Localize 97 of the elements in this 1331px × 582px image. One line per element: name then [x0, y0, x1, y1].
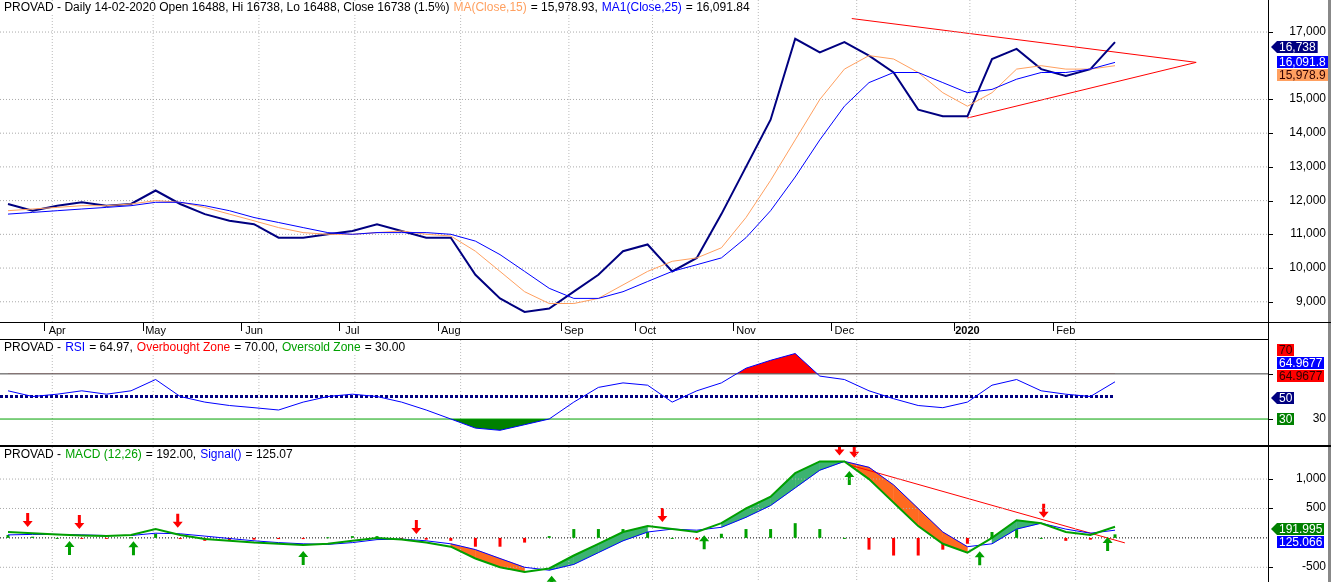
histogram-bar	[473, 537, 477, 547]
up-arrow-icon	[64, 540, 75, 555]
histogram-bar	[744, 529, 748, 538]
axis-label: 12,000	[1289, 192, 1326, 208]
histogram-bar	[1113, 534, 1117, 538]
value-badge: 50	[1271, 392, 1295, 404]
up-arrow-icon	[546, 575, 557, 582]
histogram-bar	[965, 537, 969, 544]
month-label: Jun	[245, 324, 263, 337]
down-arrow-icon	[411, 520, 422, 535]
histogram-bar	[178, 537, 182, 540]
axis-label: 30	[1312, 411, 1326, 427]
month-label: May	[145, 324, 166, 337]
axis-label: 10,000	[1289, 260, 1326, 276]
histogram-bar	[449, 537, 453, 541]
month-label: Aug	[441, 324, 461, 337]
histogram-bar	[498, 537, 502, 547]
value-badge: 15,978.9	[1277, 69, 1328, 81]
histogram-bar	[892, 537, 896, 556]
legend-text: Oversold Zone	[282, 341, 361, 354]
month-label: 2020	[955, 324, 980, 337]
legend-value: = 15,978.93,	[530, 1, 598, 14]
axis-label: 1,000	[1295, 471, 1326, 487]
month-label: Dec	[834, 324, 855, 337]
month-label: Sep	[564, 324, 584, 337]
value-badge: 30	[1277, 413, 1295, 425]
axis-label: 17,000	[1289, 24, 1326, 40]
legend-value: = 16,091.84	[685, 1, 750, 14]
month-label: Apr	[48, 324, 66, 337]
histogram-bar	[769, 529, 773, 538]
down-arrow-icon	[849, 447, 860, 458]
up-arrow-icon	[298, 550, 309, 565]
axis-label: 15,000	[1289, 91, 1326, 107]
histogram-bar	[572, 529, 576, 538]
down-arrow-icon	[1038, 503, 1049, 518]
histogram-bar	[1064, 537, 1068, 541]
legend-text: = 64.97,	[89, 341, 133, 354]
axis-label: 500	[1305, 500, 1326, 516]
legend-label: MACD (12,26)	[65, 448, 142, 461]
up-arrow-icon	[1102, 537, 1113, 552]
histogram-bar	[301, 537, 305, 540]
value-badge: 125.066	[1277, 536, 1325, 548]
legend-label: MA(Close,15)	[453, 1, 527, 14]
value-badge: 191.995	[1271, 523, 1325, 535]
axis-label: -500	[1301, 559, 1326, 575]
down-arrow-icon	[172, 513, 183, 528]
value-badge: 16,091.8	[1277, 56, 1328, 68]
value-badge: 64.9677	[1277, 357, 1325, 369]
down-arrow-icon	[657, 507, 668, 522]
legend-text: = 30.00	[364, 341, 406, 354]
histogram-bar	[252, 537, 256, 540]
histogram-bar	[646, 532, 650, 538]
legend-value: = 192.00,	[145, 448, 197, 461]
histogram-bar	[990, 532, 994, 538]
histogram-bar	[1015, 529, 1019, 538]
value-badge: 70	[1277, 344, 1295, 356]
histogram-bar	[227, 537, 231, 541]
histogram-bar	[867, 537, 871, 550]
histogram-bar	[6, 534, 10, 538]
histogram-bar	[424, 537, 428, 540]
histogram-bar	[523, 537, 527, 543]
histogram-bar	[793, 523, 797, 538]
chart-title: PROVAD - Daily 14-02-2020 Open 16488, Hi 16738, Lo 16488, Close 16738 (1.5%)	[4, 1, 450, 14]
down-arrow-icon	[74, 514, 85, 529]
month-label: Feb	[1056, 324, 1076, 337]
up-arrow-icon	[699, 535, 710, 550]
legend-text: RSI	[65, 341, 86, 354]
month-label: Nov	[736, 324, 756, 337]
histogram-bar	[719, 533, 723, 538]
histogram-bar	[596, 529, 600, 538]
histogram-bar	[1088, 537, 1092, 540]
histogram-bar	[203, 537, 207, 541]
histogram-bar	[154, 533, 158, 538]
histogram-bar	[277, 537, 281, 540]
legend-text: = 70.00,	[234, 341, 278, 354]
up-arrow-icon	[128, 541, 139, 556]
month-label: Oct	[639, 324, 657, 337]
axis-label: 13,000	[1289, 158, 1326, 174]
legend-label: Signal()	[200, 448, 242, 461]
legend-value: = 125.07	[245, 448, 293, 461]
value-badge: 16,738	[1271, 41, 1318, 53]
axis-label: 11,000	[1290, 226, 1326, 242]
value-badge: 64.9677	[1277, 370, 1325, 382]
up-arrow-icon	[974, 551, 985, 566]
histogram-bar	[695, 537, 699, 540]
legend-label: MA1(Close,25)	[601, 1, 682, 14]
month-label: Jul	[345, 324, 360, 337]
axis-label: 14,000	[1289, 125, 1326, 141]
histogram-bar	[916, 537, 920, 556]
chart-title: PROVAD -	[4, 341, 62, 354]
legend-text: Overbought Zone	[136, 341, 231, 354]
up-arrow-icon	[844, 470, 855, 485]
axis-label: 9,000	[1295, 293, 1326, 309]
down-arrow-icon	[22, 512, 33, 527]
down-arrow-icon	[834, 447, 845, 456]
histogram-bar	[818, 529, 822, 538]
chart-title: PROVAD -	[4, 448, 62, 461]
